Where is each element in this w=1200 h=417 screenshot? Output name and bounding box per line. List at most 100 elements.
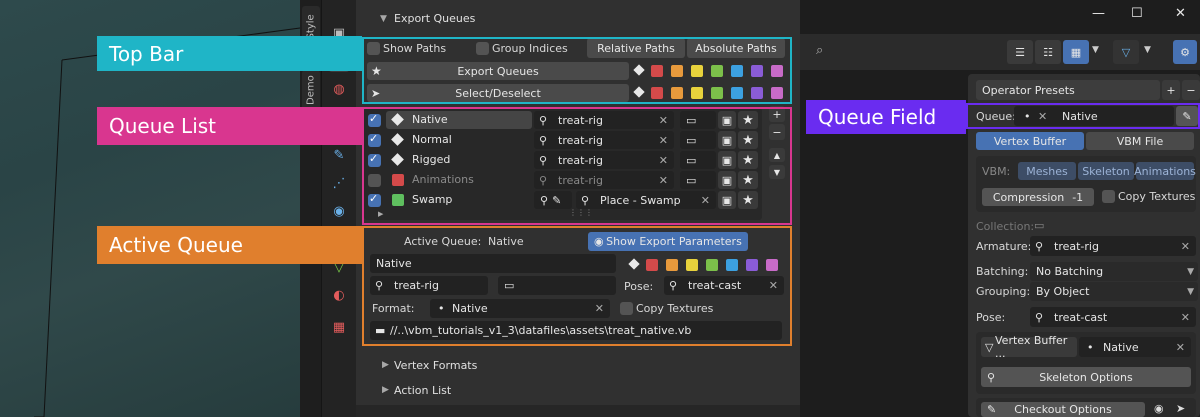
file-browse-icon[interactable]: ▣ [718,171,736,189]
add-queue-button[interactable]: + [769,106,785,122]
world-icon[interactable]: ◍ [328,78,350,100]
queue-row[interactable]: Normal ⚲ treat-rig ✕ ▭ ▣★ [364,130,762,150]
move-down-button[interactable]: ▼ [769,165,785,179]
expand-icon[interactable]: ▶ [378,210,383,218]
clear-armature-icon[interactable]: ✕ [659,174,668,187]
filter-icon[interactable]: ▽ [1113,40,1139,64]
clear-format-icon[interactable]: ✕ [1176,341,1185,354]
star-icon[interactable]: ★ [738,151,758,169]
queue-pose-field[interactable]: ⚲ Place - Swamp ✕ [576,191,716,209]
grouping-dropdown[interactable]: By Object ▼ [1030,282,1198,301]
close-icon[interactable]: ✕ [1175,6,1186,21]
checkout-options-button[interactable]: ✎ Checkout Options [981,402,1145,417]
clear-pose-icon[interactable]: ✕ [769,279,778,292]
queue-collection-field[interactable]: ▭ [680,151,716,169]
armature-field[interactable]: ⚲ treat-rig ✕ [1030,236,1196,256]
color-swatch[interactable] [671,65,683,77]
texture-icon[interactable]: ▦ [328,316,350,338]
export-path-field[interactable]: ▬ //..\vbm_tutorials_v1_3\datafiles\asse… [370,321,782,340]
color-swatch[interactable] [711,65,723,77]
color-swatch[interactable] [691,65,703,77]
chevron-down-icon[interactable]: ▼ [1092,45,1099,55]
format-field[interactable]: • Native ✕ [430,299,610,318]
clear-pose-icon[interactable]: ✕ [701,194,710,207]
star-icon[interactable]: ★ [738,191,758,209]
clear-armature-icon[interactable]: ✕ [659,134,668,147]
remove-preset-button[interactable]: − [1182,80,1200,100]
color-swatch[interactable] [731,87,743,99]
tab-demo[interactable]: Demo [302,70,320,110]
operator-presets-dropdown[interactable]: Operator Presets [976,80,1160,100]
particles-icon[interactable]: ⋰ [328,172,350,194]
copy-textures-checkbox[interactable] [620,302,633,315]
export-queues-button[interactable]: ★ Export Queues [367,62,629,80]
relative-paths-button[interactable]: Relative Paths [587,38,685,58]
queue-collection-field[interactable]: ▭ [680,171,716,189]
edit-queue-icon[interactable]: ✎ [1176,106,1198,126]
queue-enabled-checkbox[interactable] [368,152,381,167]
diamond-icon[interactable] [391,133,404,146]
modifier-wrench-icon[interactable]: ✎ [328,144,350,166]
clear-armature-icon[interactable]: ✕ [659,114,668,127]
active-pose-field[interactable]: ⚲ treat-cast ✕ [664,276,784,295]
material-icon[interactable]: ◐ [328,284,350,306]
meshes-toggle[interactable]: Meshes [1018,162,1076,180]
color-swatch[interactable] [751,65,763,77]
queue-armature-field[interactable]: ⚲ treat-rig ✕ [534,171,674,189]
vbm-file-tab[interactable]: VBM File [1086,132,1194,150]
star-icon[interactable]: ★ [738,131,758,149]
export-queues-header[interactable]: Export Queues [394,12,475,25]
diamond-icon[interactable] [628,258,640,270]
file-browse-icon[interactable]: ▣ [718,111,736,129]
show-paths-checkbox[interactable] [367,42,380,55]
color-swatch[interactable] [691,87,703,99]
vertex-buffer-tab[interactable]: Vertex Buffer [976,132,1084,150]
active-armature-field[interactable]: ⚲ treat-rig [370,276,488,295]
queue-armature-field[interactable]: ⚲ ✎ [534,191,572,209]
chevron-down-icon[interactable]: ▼ [1144,45,1151,55]
queue-collection-field[interactable]: ▭ [680,111,716,129]
skeleton-options-button[interactable]: ⚲ Skeleton Options [981,367,1191,387]
queue-enabled-checkbox[interactable] [368,112,381,127]
color-swatch[interactable] [731,65,743,77]
select-deselect-button[interactable]: ➤ Select/Deselect [367,84,629,102]
clear-armature-icon[interactable]: ✕ [659,154,668,167]
color-swatch[interactable] [771,87,783,99]
queue-enabled-checkbox[interactable] [368,132,381,147]
diamond-icon[interactable] [633,64,645,76]
cursor-icon[interactable]: ➤ [1176,402,1185,415]
color-swatch[interactable] [686,259,698,271]
color-swatch[interactable] [751,87,763,99]
queue-color-swatch[interactable] [392,174,404,186]
color-swatch[interactable] [651,87,663,99]
queue-enabled-checkbox[interactable] [368,174,381,187]
queue-row[interactable]: Swamp⚲✎⚲Place - Swamp✕▣★ [364,190,762,210]
animations-toggle[interactable]: Animations [1134,162,1196,180]
color-swatch[interactable] [671,87,683,99]
star-icon[interactable]: ★ [738,171,758,189]
copy-textures-right-checkbox[interactable] [1102,190,1115,203]
chevron-down-icon[interactable]: ▼ [380,14,387,24]
queue-field[interactable]: • ✕ Native [1014,106,1174,126]
file-browse-icon[interactable]: ▣ [718,131,736,149]
star-icon[interactable]: ★ [738,111,758,129]
resize-grip-icon[interactable]: ⋮⋮⋮ [569,208,593,217]
color-swatch[interactable] [726,259,738,271]
vb-format-field[interactable]: • Native ✕ [1079,337,1191,357]
file-browse-icon[interactable]: ▣ [718,191,736,209]
queue-collection-field[interactable]: ▭ [680,131,716,149]
group-indices-checkbox[interactable] [476,42,489,55]
color-swatch[interactable] [646,259,658,271]
batching-dropdown[interactable]: No Batching ▼ [1030,262,1198,281]
move-up-button[interactable]: ▲ [769,148,785,162]
file-browse-icon[interactable]: ▣ [718,151,736,169]
detail-view-icon[interactable]: ☷ [1035,40,1061,64]
list-view-icon[interactable]: ☰ [1007,40,1033,64]
color-swatch[interactable] [771,65,783,77]
color-swatch[interactable] [666,259,678,271]
active-collection-field[interactable]: ▭ [498,276,616,295]
queue-armature-field[interactable]: ⚲ treat-rig ✕ [534,111,674,129]
queue-name-field[interactable]: Native [370,254,616,273]
skeleton-toggle[interactable]: Skeleton [1078,162,1134,180]
compression-field[interactable]: Compression -1 [982,188,1094,206]
